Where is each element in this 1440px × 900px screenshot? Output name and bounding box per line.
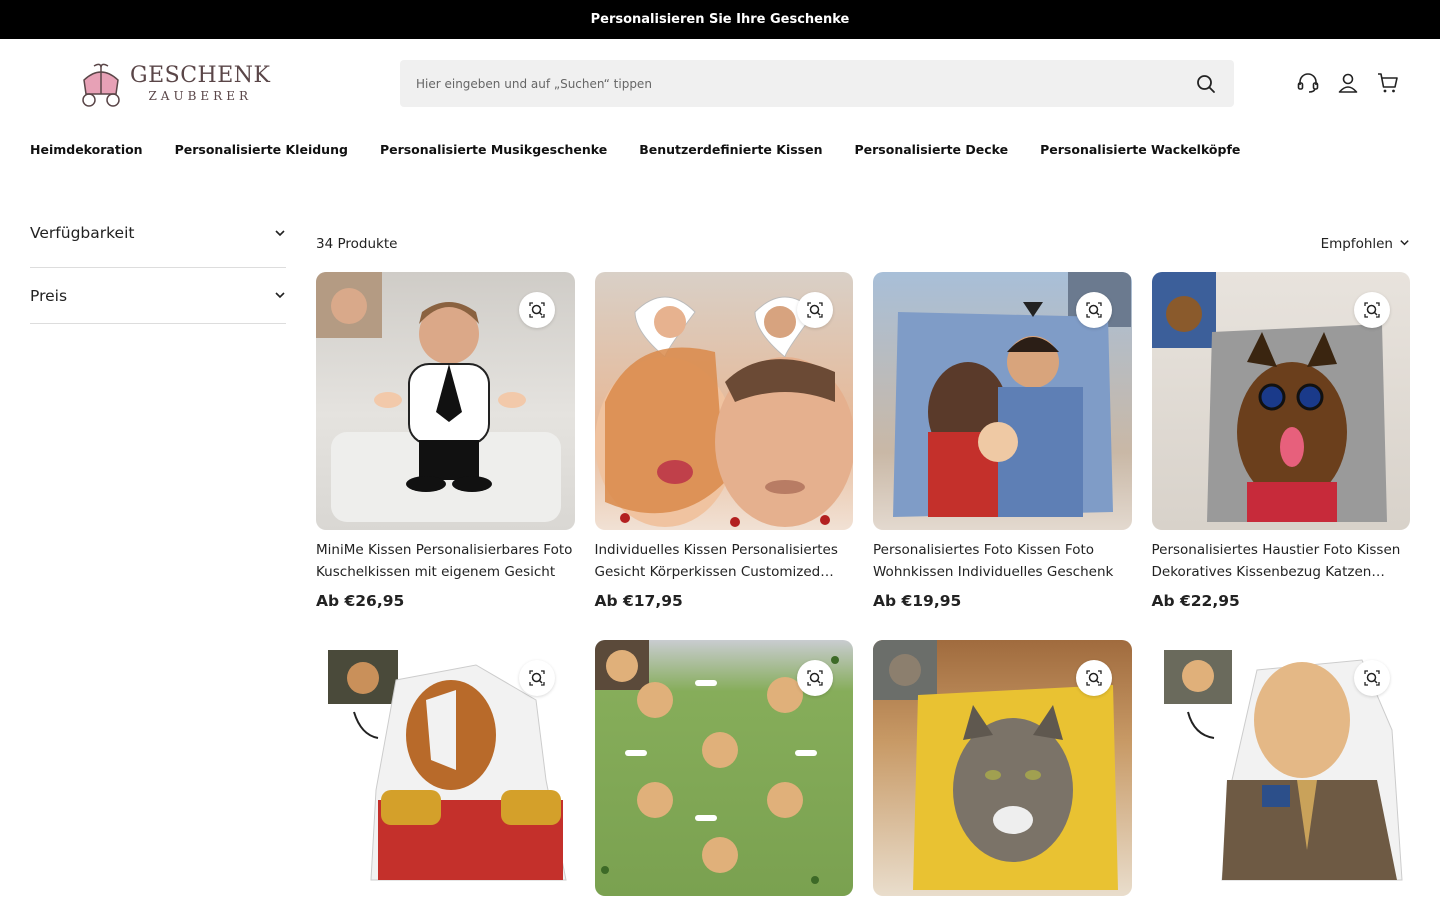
product-card: MiniMe Kissen Personalisierbares Foto Ku…	[316, 272, 575, 610]
search-icon[interactable]	[1194, 72, 1218, 96]
nav-item-wackelkoepfe[interactable]: Personalisierte Wackelköpfe	[1040, 142, 1240, 157]
quick-view-icon[interactable]	[518, 292, 555, 328]
search-input[interactable]	[416, 76, 1194, 91]
quick-view-icon[interactable]	[1354, 292, 1390, 328]
announcement-bar: Personalisieren Sie Ihre Geschenke	[0, 0, 1440, 39]
filter-price[interactable]: Preis	[30, 268, 286, 324]
quick-view-icon[interactable]	[797, 660, 833, 696]
product-count: 34 Produkte	[316, 235, 398, 252]
product-card	[316, 640, 575, 896]
sort-label: Empfohlen	[1320, 235, 1393, 252]
nav-item-kissen[interactable]: Benutzerdefinierte Kissen	[639, 142, 822, 157]
main-content: Verfügbarkeit Preis 34 Produkte Empfohle…	[0, 172, 1440, 900]
logo[interactable]: GESCHENK ZAUBERER	[78, 59, 270, 109]
product-listing: 34 Produkte Empfohlen MiniMe Kissen Pers…	[316, 230, 1410, 900]
product-title[interactable]: MiniMe Kissen Personalisierbares Foto Ku…	[316, 539, 575, 583]
product-image[interactable]	[1151, 640, 1410, 896]
listing-toolbar: 34 Produkte Empfohlen	[316, 230, 1410, 257]
chevron-down-icon	[274, 286, 286, 305]
sort-dropdown[interactable]: Empfohlen	[1321, 236, 1410, 252]
product-price: Ab €17,95	[594, 592, 683, 610]
filter-availability[interactable]: Verfügbarkeit	[30, 210, 286, 268]
nav-item-musikgeschenke[interactable]: Personalisierte Musikgeschenke	[380, 142, 607, 157]
main-nav: Heimdekoration Personalisierte Kleidung …	[0, 127, 1440, 172]
product-image[interactable]	[594, 640, 853, 896]
product-price: Ab €26,95	[316, 592, 405, 610]
cart-icon[interactable]	[1376, 71, 1400, 95]
announcement-text: Personalisieren Sie Ihre Geschenke	[590, 12, 850, 27]
product-card: Personalisiertes Foto Kissen Foto Wohnki…	[873, 272, 1132, 610]
nav-item-heimdekoration[interactable]: Heimdekoration	[30, 142, 143, 157]
quick-view-icon[interactable]	[1075, 292, 1112, 328]
quick-view-icon[interactable]	[1075, 660, 1112, 696]
product-image[interactable]	[594, 272, 853, 530]
carriage-logo-icon	[78, 60, 124, 108]
filter-label: Verfügbarkeit	[30, 224, 135, 242]
product-title[interactable]: Personalisiertes Foto Kissen Foto Wohnki…	[873, 539, 1132, 583]
nav-item-decke[interactable]: Personalisierte Decke	[854, 142, 1008, 157]
product-image[interactable]	[316, 640, 575, 896]
product-card	[594, 640, 853, 896]
search-bar	[400, 60, 1234, 107]
product-image[interactable]	[873, 640, 1132, 896]
chevron-down-icon	[274, 224, 286, 243]
filter-sidebar: Verfügbarkeit Preis	[30, 210, 286, 324]
logo-line1: GESCHENK	[130, 63, 271, 88]
chevron-down-icon	[1399, 236, 1410, 252]
nav-item-kleidung[interactable]: Personalisierte Kleidung	[175, 142, 348, 157]
logo-line2: ZAUBERER	[148, 89, 252, 103]
product-price: Ab €22,95	[1151, 592, 1240, 610]
product-card	[873, 640, 1132, 896]
product-card	[1151, 640, 1410, 896]
product-title[interactable]: Personalisiertes Haustier Foto Kissen De…	[1152, 539, 1411, 583]
filter-label: Preis	[30, 286, 68, 305]
headset-icon[interactable]	[1296, 71, 1320, 95]
header-icons	[1296, 71, 1400, 95]
quick-view-icon[interactable]	[797, 292, 833, 328]
product-title[interactable]: Individuelles Kissen Personalisiertes Ge…	[595, 539, 854, 583]
product-image[interactable]	[316, 272, 575, 530]
quick-view-icon[interactable]	[1354, 660, 1390, 696]
quick-view-icon[interactable]	[518, 660, 555, 696]
product-image[interactable]	[873, 272, 1132, 530]
header: GESCHENK ZAUBERER	[0, 39, 1440, 127]
account-icon[interactable]	[1336, 71, 1360, 95]
product-price: Ab €19,95	[873, 592, 962, 610]
product-card: Personalisiertes Haustier Foto Kissen De…	[1151, 272, 1411, 610]
product-grid: MiniMe Kissen Personalisierbares Foto Ku…	[316, 272, 1410, 900]
product-image[interactable]	[1151, 272, 1410, 530]
product-card: Individuelles Kissen Personalisiertes Ge…	[594, 272, 854, 610]
